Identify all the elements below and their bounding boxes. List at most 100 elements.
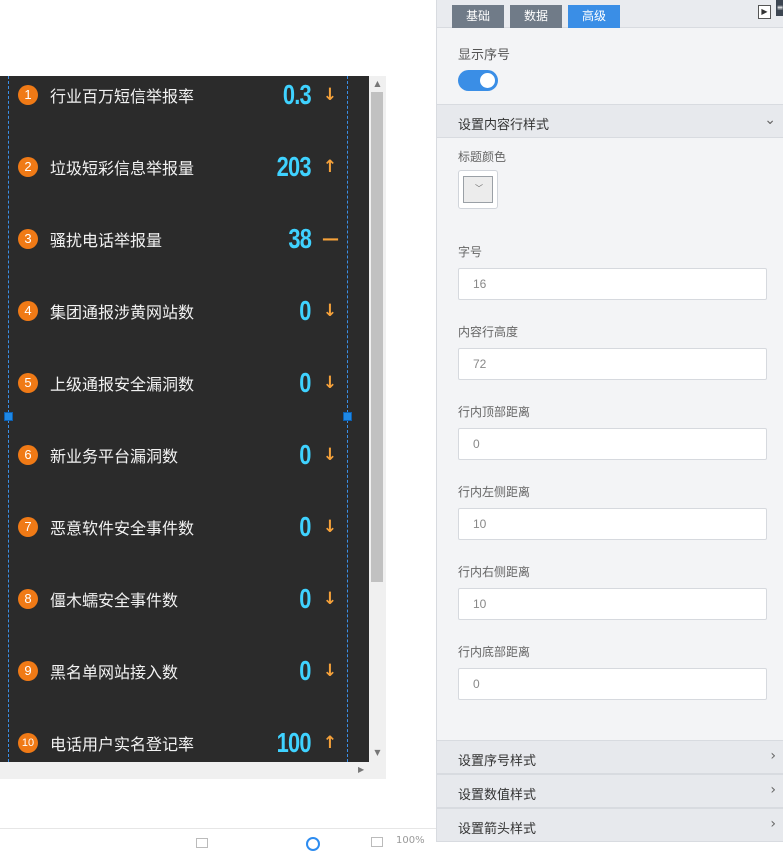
toggle-knob: [480, 73, 495, 88]
rank-value: 0: [299, 439, 312, 470]
zoom-in-button[interactable]: [371, 837, 383, 847]
zoom-slider-knob[interactable]: [306, 837, 320, 851]
rank-title: 黑名单网站接入数: [50, 663, 179, 682]
ranking-row: 4 集团通报涉黄网站数 0 ↓: [0, 275, 369, 347]
resize-handle-left[interactable]: [4, 412, 13, 421]
rank-number-badge: 1: [18, 85, 38, 105]
tab-data[interactable]: 数据: [510, 5, 562, 28]
rank-number-badge: 8: [18, 589, 38, 609]
padding-right-input[interactable]: [458, 588, 767, 620]
trend-arrow-icon: ↓: [322, 373, 338, 393]
ranking-row: 6 新业务平台漏洞数 0 ↓: [0, 419, 369, 491]
canvas-footer-bar: 100%: [0, 828, 436, 851]
scroll-up-icon[interactable]: ▲: [372, 79, 383, 88]
rank-title: 上级通报安全漏洞数: [50, 375, 195, 394]
scrollbar-thumb[interactable]: [371, 92, 383, 582]
horizontal-scrollbar[interactable]: ▶: [0, 762, 386, 779]
rank-title: 骚扰电话举报量: [50, 231, 163, 250]
rank-number-badge: 5: [18, 373, 38, 393]
tab-advanced[interactable]: 高级: [568, 5, 620, 28]
section-title: 设置数值样式: [458, 788, 537, 803]
font-size-input[interactable]: [458, 268, 767, 300]
rank-title: 恶意软件安全事件数: [50, 519, 195, 538]
trend-arrow-icon: ↓: [322, 589, 338, 609]
rank-title: 新业务平台漏洞数: [50, 447, 179, 466]
padding-bottom-label: 行内底部距离: [458, 645, 531, 659]
chevron-right-icon: ›: [770, 816, 776, 832]
section-title: 设置序号样式: [458, 754, 537, 769]
trend-arrow-icon: ↓: [322, 85, 338, 105]
trend-arrow-icon: ↓: [322, 661, 338, 681]
chevron-down-icon: ﹀: [475, 184, 483, 193]
grid-toggle-checkbox[interactable]: [196, 838, 208, 848]
chevron-down-icon: ⌄: [764, 112, 776, 128]
settings-panel: 基础 数据 高级 ▶ ≡ 显示序号 设置内容行样式 ⌄ 标题颜色 ﹀ 字号 内容…: [436, 0, 783, 842]
section-arrow-style[interactable]: 设置箭头样式 ›: [437, 808, 783, 842]
section-title: 设置内容行样式: [458, 118, 550, 133]
trend-arrow-icon: ↑: [322, 157, 338, 177]
padding-top-label: 行内顶部距离: [458, 405, 531, 419]
trend-arrow-icon: ↑: [322, 733, 338, 753]
rank-number-badge: 7: [18, 517, 38, 537]
ranking-row: 3 骚扰电话举报量 38 —: [0, 203, 369, 275]
padding-top-input[interactable]: [458, 428, 767, 460]
scroll-down-icon[interactable]: ▼: [372, 748, 383, 757]
padding-left-label: 行内左侧距离: [458, 485, 531, 499]
rank-title: 垃圾短彩信息举报量: [50, 159, 195, 178]
ranking-list-widget[interactable]: 1 行业百万短信举报率 0.3 ↓ 2 垃圾短彩信息举报量 203 ↑ 3 骚扰电话举报量 38 — 4…: [0, 76, 369, 762]
ranking-row: 7 恶意软件安全事件数 0 ↓: [0, 491, 369, 563]
row-height-input[interactable]: [458, 348, 767, 380]
rank-value: 203: [276, 151, 312, 182]
font-size-label: 字号: [458, 245, 483, 259]
rank-value: 0: [299, 655, 312, 686]
rank-value: 0: [299, 511, 312, 542]
padding-left-input[interactable]: [458, 508, 767, 540]
ranking-row: 8 僵木蠕安全事件数 0 ↓: [0, 563, 369, 635]
ranking-row: 1 行业百万短信举报率 0.3 ↓: [0, 76, 369, 131]
zoom-level: 100%: [396, 835, 425, 846]
show-index-toggle[interactable]: [458, 70, 498, 91]
tab-basic[interactable]: 基础: [452, 5, 504, 28]
ranking-row: 2 垃圾短彩信息举报量 203 ↑: [0, 131, 369, 203]
title-color-picker[interactable]: ﹀: [458, 170, 498, 209]
rank-value: 100: [276, 727, 312, 758]
ranking-row: 10 电话用户实名登记率 100 ↑: [0, 707, 369, 762]
rank-value: 38: [288, 223, 312, 254]
trend-arrow-icon: ↓: [322, 445, 338, 465]
padding-bottom-input[interactable]: [458, 668, 767, 700]
section-title: 设置箭头样式: [458, 822, 537, 837]
ranking-row: 5 上级通报安全漏洞数 0 ↓: [0, 347, 369, 419]
rank-title: 僵木蠕安全事件数: [50, 591, 179, 610]
padding-right-label: 行内右侧距离: [458, 565, 531, 579]
chevron-right-icon: ›: [770, 748, 776, 764]
panel-corner-icon[interactable]: ≡: [776, 0, 783, 16]
chevron-right-icon: ›: [770, 782, 776, 798]
ranking-row: 9 黑名单网站接入数 0 ↓: [0, 635, 369, 707]
rank-title: 电话用户实名登记率: [50, 735, 195, 754]
title-color-label: 标题颜色: [458, 150, 507, 164]
show-index-label: 显示序号: [458, 48, 511, 63]
rank-value: 0: [299, 295, 312, 326]
section-value-style[interactable]: 设置数值样式 ›: [437, 774, 783, 808]
rank-number-badge: 2: [18, 157, 38, 177]
color-swatch: ﹀: [463, 176, 493, 203]
rank-number-badge: 3: [18, 229, 38, 249]
section-content-style[interactable]: 设置内容行样式 ⌄: [437, 104, 783, 138]
row-height-label: 内容行高度: [458, 325, 519, 339]
rank-number-badge: 10: [18, 733, 38, 753]
scroll-right-icon[interactable]: ▶: [358, 765, 364, 774]
trend-arrow-icon: —: [322, 229, 339, 249]
collapse-panel-icon[interactable]: ▶: [758, 5, 771, 19]
rank-number-badge: 9: [18, 661, 38, 681]
trend-arrow-icon: ↓: [322, 517, 338, 537]
rank-value: 0.3: [282, 79, 312, 110]
rank-number-badge: 6: [18, 445, 38, 465]
section-index-style[interactable]: 设置序号样式 ›: [437, 740, 783, 774]
design-canvas: 1 行业百万短信举报率 0.3 ↓ 2 垃圾短彩信息举报量 203 ↑ 3 骚扰电话举报量 38 — 4…: [0, 0, 436, 851]
vertical-scrollbar[interactable]: ▲ ▼: [369, 76, 386, 762]
resize-handle-right[interactable]: [343, 412, 352, 421]
rank-title: 集团通报涉黄网站数: [50, 303, 195, 322]
rank-value: 0: [299, 367, 312, 398]
panel-tabs: 基础 数据 高级 ▶ ≡: [437, 0, 783, 28]
rank-title: 行业百万短信举报率: [50, 87, 195, 106]
